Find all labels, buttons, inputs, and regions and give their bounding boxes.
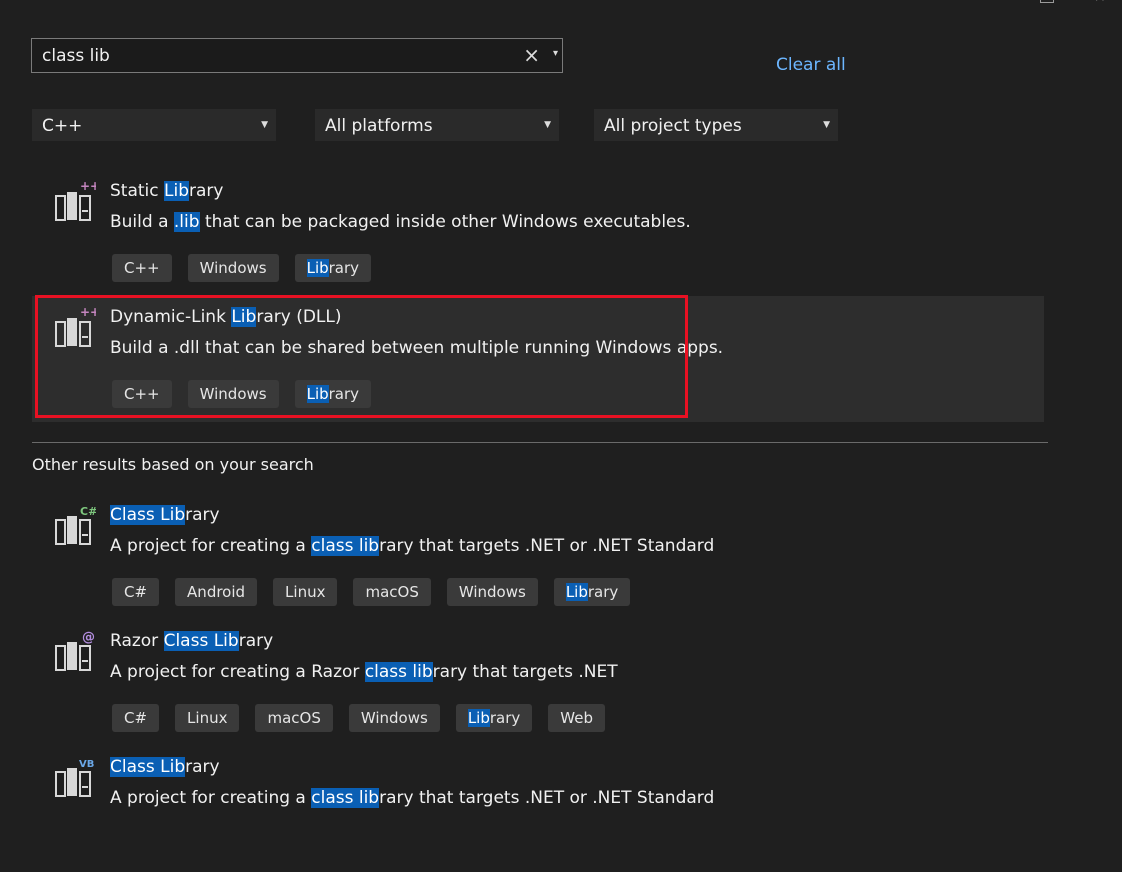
- template-description: Build a .dll that can be shared between …: [110, 338, 724, 358]
- chevron-down-icon: ▼: [823, 120, 830, 130]
- tag: C#: [112, 578, 160, 606]
- static-library-icon: ++: [52, 179, 100, 226]
- clear-all-link[interactable]: Clear all: [776, 55, 846, 75]
- project-type-filter-value: All project types: [604, 116, 742, 136]
- chevron-down-icon: ▼: [544, 120, 551, 130]
- tag: Windows: [348, 704, 440, 732]
- template-tags: C# Android Linux macOS Windows Library: [112, 578, 631, 606]
- template-tags: C++ Windows Library: [112, 380, 372, 408]
- tag: Library: [294, 380, 372, 408]
- language-filter[interactable]: C++ ▼: [32, 109, 276, 141]
- template-tags: C++ Windows Library: [112, 254, 372, 282]
- template-item[interactable]: @ Razor Class Library A project for creati…: [32, 620, 1044, 746]
- tag: Windows: [187, 380, 279, 408]
- tag: macOS: [353, 578, 431, 606]
- tag: Linux: [273, 578, 338, 606]
- template-item[interactable]: VB Class Library A project for creating a …: [32, 746, 1044, 872]
- vb-class-library-icon: VB: [52, 756, 96, 802]
- tag: Web: [548, 704, 605, 732]
- svg-text:VB: VB: [79, 759, 94, 770]
- tag: C++: [112, 254, 172, 282]
- window-controls: ×: [1040, 0, 1108, 4]
- clear-search-icon[interactable]: ×: [523, 43, 540, 67]
- template-item[interactable]: C# Class Library A project for creating a …: [32, 494, 1044, 620]
- template-title: Static Library: [110, 181, 224, 201]
- template-description: A project for creating a class library t…: [110, 536, 715, 556]
- language-filter-value: C++: [42, 116, 83, 136]
- platform-filter-value: All platforms: [325, 116, 433, 136]
- other-results-header: Other results based on your search: [32, 455, 314, 474]
- search-box[interactable]: class lib × ▾: [31, 38, 563, 73]
- tag: Library: [553, 578, 631, 606]
- tag: Linux: [175, 704, 240, 732]
- svg-text:++: ++: [80, 180, 96, 193]
- template-tags: C# Linux macOS Windows Library Web: [112, 704, 605, 732]
- restore-icon[interactable]: [1040, 0, 1054, 3]
- template-title: Razor Class Library: [110, 631, 274, 651]
- template-item[interactable]: ++ Dynamic-Link Library (DLL) Build a .dll…: [32, 296, 1044, 422]
- tag: C#: [112, 704, 160, 732]
- razor-class-library-icon: @: [52, 630, 96, 676]
- search-history-dropdown-icon[interactable]: ▾: [553, 48, 558, 59]
- tag: C++: [112, 380, 172, 408]
- tag: macOS: [255, 704, 333, 732]
- dll-icon: ++: [52, 305, 100, 352]
- template-item[interactable]: ++ Static Library Build a .lib that can be…: [32, 170, 1044, 296]
- template-title: Class Library: [110, 757, 220, 777]
- template-title: Dynamic-Link Library (DLL): [110, 307, 342, 327]
- project-type-filter[interactable]: All project types ▼: [594, 109, 838, 141]
- tag: Windows: [187, 254, 279, 282]
- svg-text:C#: C#: [80, 505, 96, 518]
- search-input[interactable]: class lib: [42, 46, 110, 66]
- svg-text:@: @: [82, 630, 95, 645]
- divider: [32, 442, 1048, 443]
- csharp-class-library-icon: C#: [52, 504, 97, 550]
- template-description: Build a .lib that can be packaged inside…: [110, 212, 691, 232]
- tag: Library: [455, 704, 533, 732]
- close-icon[interactable]: ×: [1094, 0, 1108, 4]
- tag: Library: [294, 254, 372, 282]
- template-description: A project for creating a class library t…: [110, 788, 715, 808]
- tag: Windows: [446, 578, 538, 606]
- svg-text:++: ++: [80, 306, 96, 319]
- platform-filter[interactable]: All platforms ▼: [315, 109, 559, 141]
- chevron-down-icon: ▼: [261, 120, 268, 130]
- tag: Android: [175, 578, 258, 606]
- template-title: Class Library: [110, 505, 220, 525]
- template-description: A project for creating a Razor class lib…: [110, 662, 618, 682]
